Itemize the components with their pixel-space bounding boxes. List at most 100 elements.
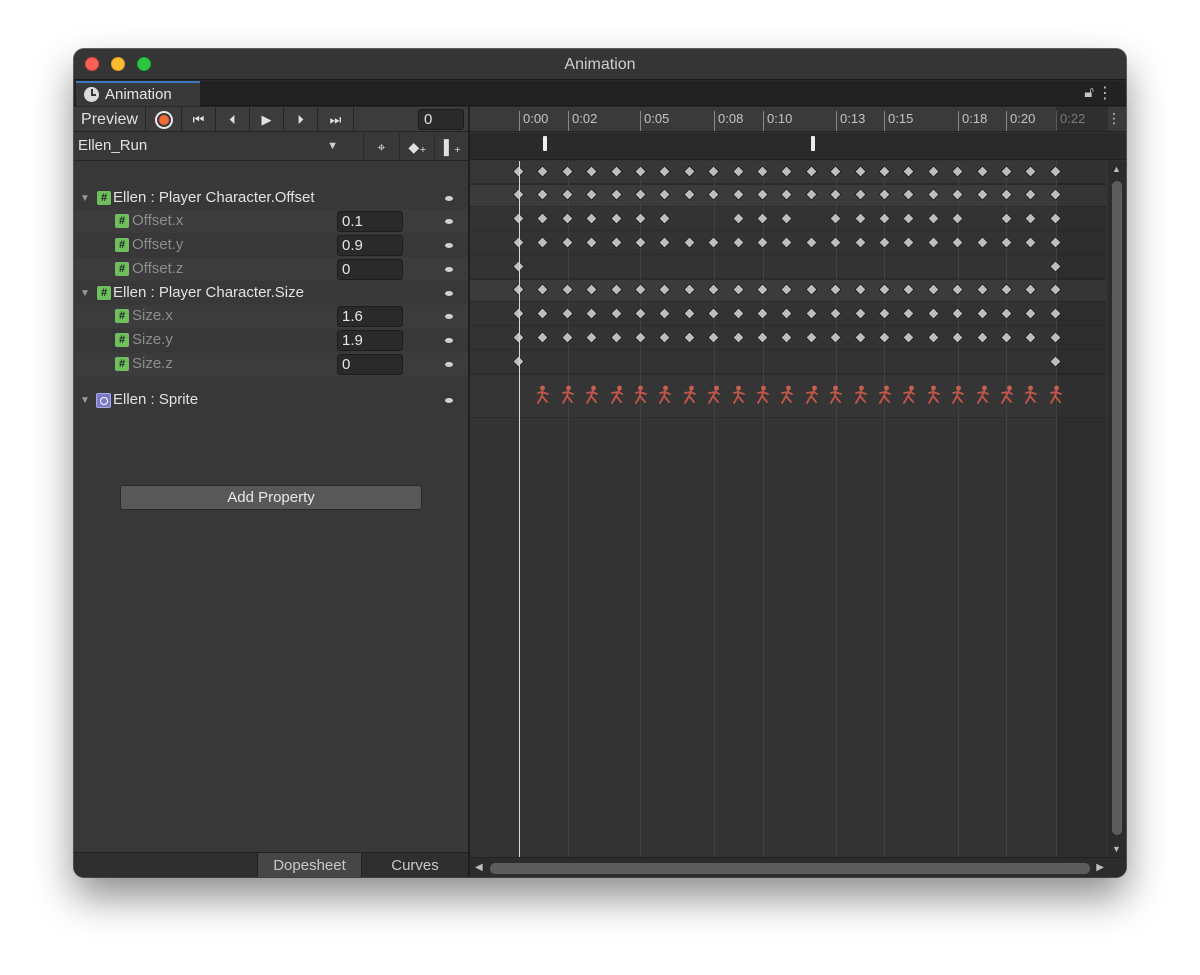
tab-animation[interactable]: Animation [76, 81, 200, 106]
keyframe-dot-icon[interactable] [445, 267, 453, 272]
property-value-field[interactable]: 1.9 [337, 330, 403, 351]
previous-keyframe-button[interactable]: ⏴︎ [216, 107, 250, 132]
sprite-renderer-icon [96, 393, 111, 408]
collapse-triangle-icon[interactable]: ▼ [80, 395, 90, 406]
sprite-frame-thumbnail[interactable] [655, 384, 675, 406]
next-keyframe-button[interactable]: ⏵︎ [284, 107, 318, 132]
property-group-sprite[interactable]: ▼ Ellen : Sprite [74, 389, 469, 412]
property-value-field[interactable]: 0 [337, 259, 403, 280]
scroll-left-icon[interactable]: ◀ [475, 862, 483, 873]
animation-event-marker[interactable] [811, 136, 815, 151]
sprite-frame-thumbnail[interactable] [631, 384, 651, 406]
preview-button[interactable]: Preview [74, 107, 146, 132]
tab-strip: Animation 🔓︎ ⋮ [74, 81, 1126, 106]
scroll-down-icon[interactable]: ▼ [1112, 844, 1121, 854]
scroll-right-icon[interactable]: ▶ [1096, 862, 1104, 873]
filter-by-selection-button[interactable]: ⌖ [363, 133, 399, 161]
scroll-up-icon[interactable]: ▲ [1112, 164, 1121, 174]
tab-dopesheet[interactable]: Dopesheet [257, 853, 362, 877]
sprite-frame-thumbnail[interactable] [1046, 384, 1066, 406]
sprite-frame-thumbnail[interactable] [899, 384, 919, 406]
property-label: Offset.y [132, 236, 184, 253]
lock-icon[interactable]: 🔓︎ [1084, 84, 1094, 101]
keyframe-dot-icon[interactable] [445, 219, 453, 224]
sprite-frame-thumbnail[interactable] [924, 384, 944, 406]
float-property-icon: # [115, 309, 129, 323]
keyframe-dot-icon[interactable] [445, 243, 453, 248]
last-keyframe-button[interactable]: ⏭︎ [318, 107, 354, 132]
sprite-frame-thumbnail[interactable] [1021, 384, 1041, 406]
current-frame-field[interactable]: 0 [418, 109, 464, 130]
collapse-triangle-icon[interactable]: ▼ [80, 193, 90, 204]
sprite-frame-thumbnail[interactable] [802, 384, 822, 406]
playback-toolbar: Preview ⏮︎ ⏴︎ ▶︎ ⏵︎ ⏭︎ 0 [74, 107, 469, 132]
sprite-frame-thumbnail[interactable] [851, 384, 871, 406]
vertical-scroll-thumb[interactable] [1112, 181, 1122, 835]
property-value-field[interactable]: 0.9 [337, 235, 403, 256]
time-ruler[interactable]: ⋮ 0:00 0:02 0:05 0:08 0:10 0:13 0:15 0:18 0:20 0:… [470, 107, 1126, 132]
properties-panel: Preview ⏮︎ ⏴︎ ▶︎ ⏵︎ ⏭︎ 0 Ellen_Run ▼ ⌖ ◆… [74, 107, 469, 877]
property-label: Offset.x [132, 212, 184, 229]
property-value-field[interactable]: 0.1 [337, 211, 403, 232]
horizontal-scrollbar[interactable]: ◀ ▶ [470, 857, 1126, 877]
ruler-tick-label: 0:13 [836, 111, 865, 131]
record-button[interactable] [147, 107, 182, 132]
sprite-frame-thumbnail[interactable] [704, 384, 724, 406]
ruler-tick-label: 0:20 [1006, 111, 1035, 131]
tab-curves[interactable]: Curves [364, 853, 466, 877]
time-gridline [763, 161, 764, 857]
keyframe-dot-icon[interactable] [445, 196, 453, 201]
property-group-label: Ellen : Player Character.Offset [113, 189, 315, 206]
sprite-frame-thumbnail[interactable] [533, 384, 553, 406]
property-row-size-x[interactable]: # Size.x 1.6 [74, 305, 469, 328]
add-keyframe-button[interactable]: ◆₊ [399, 133, 435, 161]
sprite-frame-thumbnail[interactable] [973, 384, 993, 406]
sprite-frame-thumbnail[interactable] [729, 384, 749, 406]
playhead-line[interactable] [519, 161, 520, 857]
sprite-frame-thumbnail[interactable] [948, 384, 968, 406]
sprite-frame-thumbnail[interactable] [753, 384, 773, 406]
sprite-frame-thumbnail[interactable] [558, 384, 578, 406]
vertical-scrollbar[interactable]: ▲ ▼ [1108, 161, 1126, 857]
property-group-size[interactable]: ▼ # Ellen : Player Character.Size [74, 282, 469, 305]
property-value-field[interactable]: 1.6 [337, 306, 403, 327]
keyframe-dot-icon[interactable] [445, 291, 453, 296]
clip-dropdown[interactable]: Ellen_Run ▼ [78, 137, 342, 157]
play-button[interactable]: ▶︎ [250, 107, 284, 132]
chevron-down-icon: ▼ [327, 140, 338, 152]
property-row-offset-z[interactable]: # Offset.z 0 [74, 258, 469, 281]
sprite-frame-thumbnail[interactable] [607, 384, 627, 406]
ruler-tick-label: 0:18 [958, 111, 987, 131]
sprite-frame-thumbnail[interactable] [582, 384, 602, 406]
sprite-frame-thumbnail[interactable] [680, 384, 700, 406]
more-options-icon[interactable]: ⋮ [1107, 110, 1121, 127]
keyframe-grid[interactable] [470, 161, 1106, 857]
time-gridline [884, 161, 885, 857]
property-group-offset[interactable]: ▼ # Ellen : Player Character.Offset [74, 187, 469, 210]
property-row-offset-x[interactable]: # Offset.x 0.1 [74, 210, 469, 233]
keyframe-dot-icon[interactable] [445, 362, 453, 367]
sprite-frame-thumbnail[interactable] [826, 384, 846, 406]
horizontal-scroll-thumb[interactable] [490, 863, 1090, 874]
keyframe-dot-icon[interactable] [445, 398, 453, 403]
keyframe-dot-icon[interactable] [445, 338, 453, 343]
property-row-size-z[interactable]: # Size.z 0 [74, 353, 469, 376]
float-property-icon: # [115, 357, 129, 371]
sprite-frame-thumbnail[interactable] [777, 384, 797, 406]
property-group-label: Ellen : Sprite [113, 391, 199, 408]
property-value-field[interactable]: 0 [337, 354, 403, 375]
add-event-button[interactable]: ▌₊ [434, 133, 470, 161]
add-property-button[interactable]: Add Property [120, 485, 422, 510]
property-row-offset-y[interactable]: # Offset.y 0.9 [74, 234, 469, 257]
sprite-frame-thumbnail[interactable] [997, 384, 1017, 406]
sprite-frame-thumbnail[interactable] [875, 384, 895, 406]
animation-event-marker[interactable] [543, 136, 547, 151]
ruler-tick-label: 0:10 [763, 111, 792, 131]
property-row-size-y[interactable]: # Size.y 1.9 [74, 329, 469, 352]
keyframe-dot-icon[interactable] [445, 314, 453, 319]
clip-bar: Ellen_Run ▼ ⌖ ◆₊ ▌₊ [74, 133, 469, 161]
event-bar[interactable] [470, 133, 1126, 160]
collapse-triangle-icon[interactable]: ▼ [80, 288, 90, 299]
first-keyframe-button[interactable]: ⏮︎ [182, 107, 216, 132]
more-options-icon[interactable]: ⋮ [1097, 83, 1113, 103]
